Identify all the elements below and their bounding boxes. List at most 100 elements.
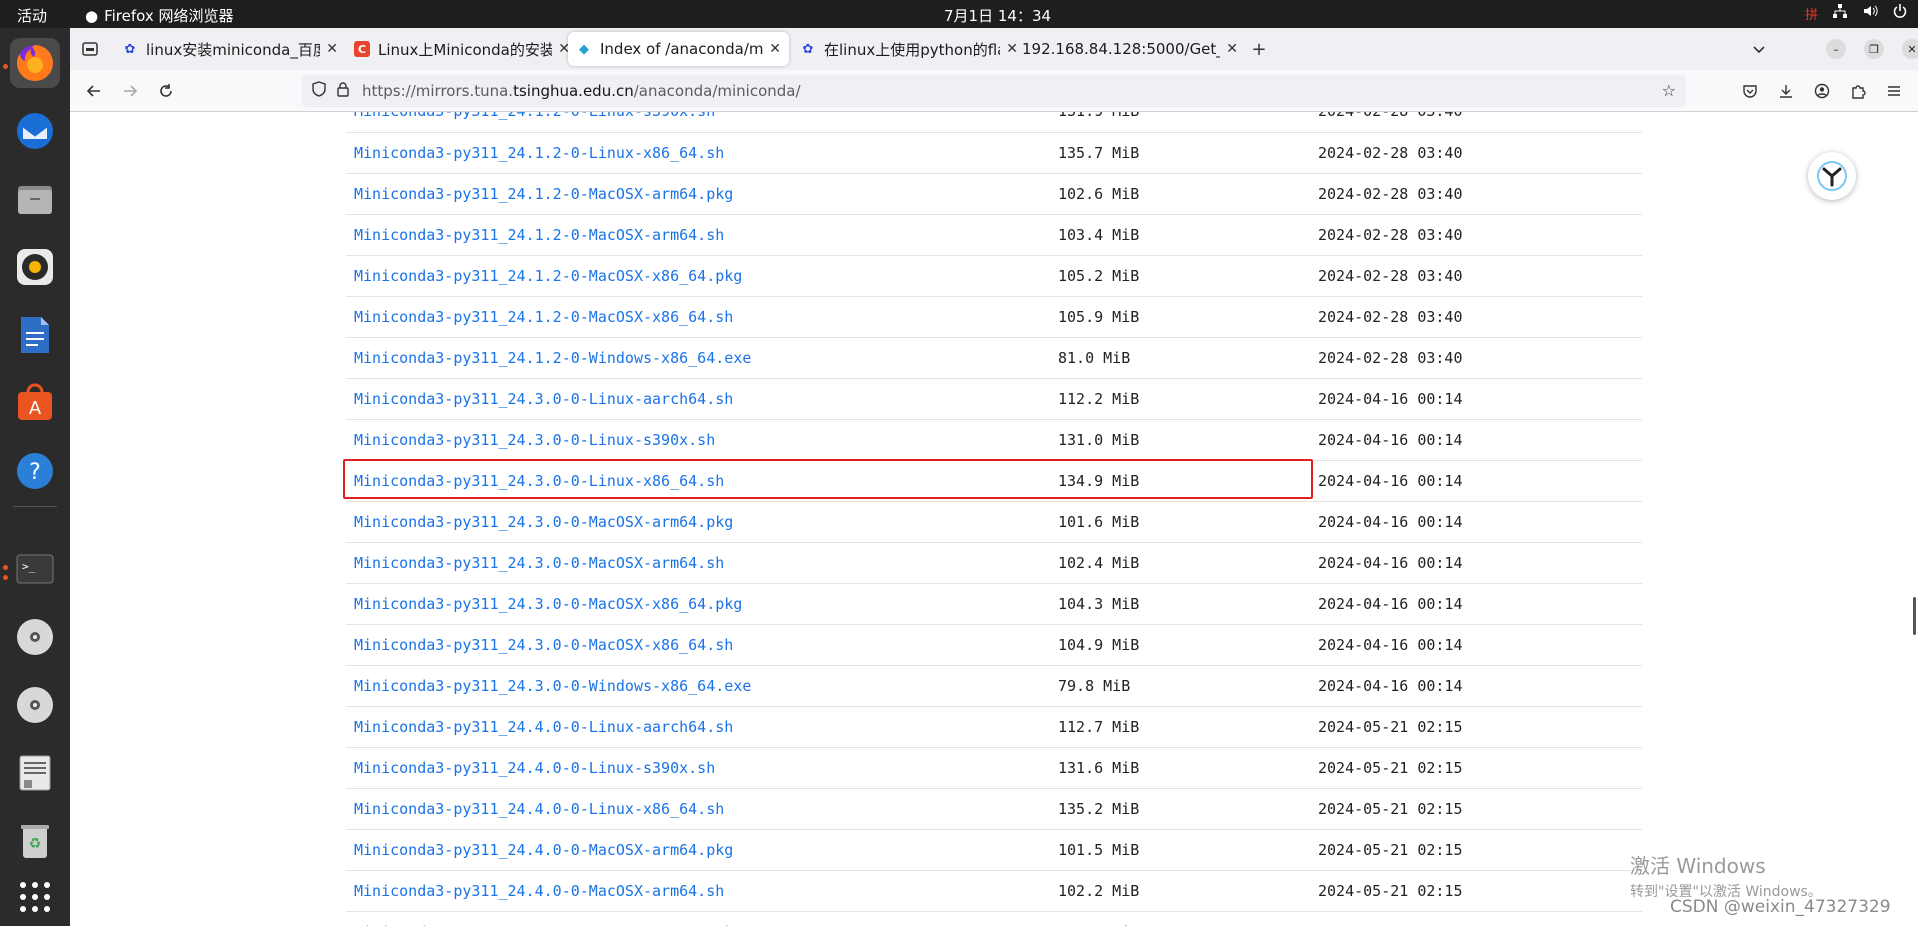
file-date: 2024-02-28 03:40 <box>1318 184 1463 203</box>
file-date: 2024-05-21 02:15 <box>1318 840 1463 859</box>
file-link[interactable]: Miniconda3-py311_24.3.0-0-MacOSX-x86_64.… <box>354 636 733 654</box>
chevron-down-icon <box>1753 46 1765 54</box>
dock-disc-2[interactable] <box>10 680 60 730</box>
power-icon[interactable] <box>1892 3 1908 23</box>
file-name-cell: Miniconda3-py311_24.1.2-0-MacOSX-arm64.s… <box>346 214 1058 255</box>
file-link[interactable]: Miniconda3-py311_24.3.0-0-Windows-x86_64… <box>354 677 751 695</box>
tab-3[interactable]: ✿ 在linux上使用python的fla ✕ <box>792 32 1026 66</box>
baidu-paw-icon: ✿ <box>124 41 136 57</box>
close-window-button[interactable]: ✕ <box>1902 39 1918 59</box>
file-link[interactable]: Miniconda3-py311_24.4.0-0-MacOSX-arm64.s… <box>354 882 724 900</box>
dock-show-apps[interactable] <box>10 872 60 922</box>
watermark-line-1: 激活 Windows <box>1630 854 1766 878</box>
network-icon[interactable] <box>1832 3 1848 23</box>
file-link[interactable]: Miniconda3-py311_24.4.0-0-Linux-s390x.sh <box>354 759 715 777</box>
file-link[interactable]: Miniconda3-py311_24.4.0-0-MacOSX-x86_64.… <box>354 923 742 926</box>
tab-2[interactable]: ◆ Index of /anaconda/minic ✕ <box>568 32 789 66</box>
close-icon[interactable]: ✕ <box>769 41 781 57</box>
floating-extension-button[interactable] <box>1808 152 1856 200</box>
help-icon: ? <box>17 453 53 489</box>
file-link[interactable]: Miniconda3-py311_24.1.2-0-Linux-x86_64.s… <box>354 144 724 162</box>
file-link[interactable]: Miniconda3-py311_24.1.2-0-MacOSX-arm64.p… <box>354 185 733 203</box>
back-button[interactable] <box>82 79 106 103</box>
file-size: 112.7 MiB <box>1058 717 1140 736</box>
firefox-view-button[interactable] <box>77 36 103 62</box>
extensions-button[interactable] <box>1845 78 1871 104</box>
lock-icon[interactable] <box>336 81 354 101</box>
file-link[interactable]: Miniconda3-py311_24.3.0-0-MacOSX-x86_64.… <box>354 595 742 613</box>
app-name-label: Firefox 网络浏览器 <box>104 7 234 25</box>
downloads-button[interactable] <box>1773 78 1799 104</box>
scrollbar-thumb[interactable] <box>1913 597 1916 635</box>
dock-text-editor[interactable] <box>10 748 60 798</box>
dock-terminal[interactable]: >_ <box>10 544 60 594</box>
forward-button[interactable] <box>118 79 142 103</box>
url-text[interactable]: https://mirrors.tuna.tsinghua.edu.cn/ana… <box>362 82 801 100</box>
file-link[interactable]: Miniconda3-py311_24.4.0-0-Linux-x86_64.s… <box>354 800 724 818</box>
table-row: Miniconda3-py311_24.4.0-0-MacOSX-arm64.p… <box>346 829 1642 870</box>
text-editor-icon <box>19 755 51 791</box>
table-row: Miniconda3-py311_24.4.0-0-Linux-s390x.sh… <box>346 747 1642 788</box>
reload-button[interactable] <box>154 79 178 103</box>
file-name-cell: Miniconda3-py311_24.3.0-0-MacOSX-x86_64.… <box>346 624 1058 665</box>
minimize-button[interactable]: – <box>1826 39 1846 59</box>
dock-files[interactable] <box>10 174 60 224</box>
file-link[interactable]: Miniconda3-py311_24.1.2-0-MacOSX-x86_64.… <box>354 308 733 326</box>
file-link[interactable]: Miniconda3-py311_24.1.2-0-MacOSX-arm64.s… <box>354 226 724 244</box>
tab-1[interactable]: C Linux上Miniconda的安装 ✕ <box>346 32 578 66</box>
app-menu[interactable]: ● Firefox 网络浏览器 <box>85 5 234 26</box>
terminal-icon: >_ <box>16 554 54 584</box>
new-tab-button[interactable]: + <box>1246 36 1272 62</box>
dock-thunderbird[interactable] <box>10 106 60 156</box>
volume-icon[interactable] <box>1862 3 1878 23</box>
file-link[interactable]: Miniconda3-py311_24.3.0-0-Linux-x86_64.s… <box>354 472 724 490</box>
firefox-icon <box>17 45 53 81</box>
bookmark-star-icon[interactable]: ☆ <box>1662 81 1676 100</box>
file-date: 2024-04-16 00:14 <box>1318 430 1463 449</box>
url-bar[interactable]: https://mirrors.tuna.tsinghua.edu.cn/ana… <box>302 75 1686 107</box>
file-link[interactable]: Miniconda3-py311_24.3.0-0-MacOSX-arm64.p… <box>354 513 733 531</box>
close-icon[interactable]: ✕ <box>326 41 338 57</box>
list-all-tabs-button[interactable] <box>1746 36 1772 62</box>
file-date: 2024-04-16 00:14 <box>1318 635 1463 654</box>
file-name-cell: Miniconda3-py311_24.4.0-0-Linux-x86_64.s… <box>346 788 1058 829</box>
tab-0[interactable]: ✿ linux安装miniconda_百度 ✕ <box>114 32 346 66</box>
file-link[interactable]: Miniconda3-py311_24.3.0-0-Linux-s390x.sh <box>354 431 715 449</box>
account-icon <box>1814 83 1830 99</box>
file-link[interactable]: Miniconda3-py311_24.4.0-0-MacOSX-arm64.p… <box>354 841 733 859</box>
file-link[interactable]: Miniconda3-py311_24.1.2-0-Windows-x86_64… <box>354 349 751 367</box>
close-icon: ✕ <box>1907 42 1917 56</box>
dock-help[interactable]: ? <box>10 446 60 496</box>
activities-button[interactable]: 活动 <box>17 5 47 26</box>
file-size: 112.2 MiB <box>1058 389 1140 408</box>
svg-text:♻: ♻ <box>29 836 42 852</box>
dock-rhythmbox[interactable] <box>10 242 60 292</box>
pocket-button[interactable] <box>1737 78 1763 104</box>
input-method-icon[interactable]: 拼 <box>1805 4 1818 23</box>
dock-trash[interactable]: ♻ <box>10 816 60 866</box>
clock[interactable]: 7月1日 14：34 <box>944 5 1051 26</box>
dock-disc-1[interactable] <box>10 612 60 662</box>
account-button[interactable] <box>1809 78 1835 104</box>
file-link[interactable]: Miniconda3-py311_24.3.0-0-Linux-aarch64.… <box>354 390 733 408</box>
dock-writer[interactable] <box>10 310 60 360</box>
close-icon[interactable]: ✕ <box>1226 41 1238 57</box>
tab-4[interactable]: 192.168.84.128:5000/Get_Er ✕ <box>1014 32 1246 66</box>
menu-button[interactable] <box>1881 78 1907 104</box>
table-row: Miniconda3-py311_24.1.2-0-Linux-s390x.sh… <box>346 112 1642 132</box>
file-size: 104.3 MiB <box>1058 594 1140 613</box>
tracking-protection-shield-icon[interactable] <box>312 81 330 101</box>
dock-app-center[interactable]: A <box>10 378 60 428</box>
puzzle-icon <box>1852 85 1866 99</box>
file-link[interactable]: Miniconda3-py311_24.1.2-0-Linux-s390x.sh <box>354 112 715 120</box>
file-link[interactable]: Miniconda3-py311_24.3.0-0-MacOSX-arm64.s… <box>354 554 724 572</box>
system-tray[interactable]: 拼 <box>1805 3 1908 23</box>
file-link[interactable]: Miniconda3-py311_24.1.2-0-MacOSX-x86_64.… <box>354 267 742 285</box>
csdn-c-icon: C <box>354 41 370 57</box>
minimize-icon: – <box>1833 42 1839 56</box>
file-listing-table: Miniconda3-py311_24.1.2-0-Linux-s390x.sh… <box>346 112 1642 926</box>
maximize-button[interactable]: ❐ <box>1864 39 1884 59</box>
file-link[interactable]: Miniconda3-py311_24.4.0-0-Linux-aarch64.… <box>354 718 733 736</box>
file-size: 104.9 MiB <box>1058 635 1140 654</box>
dock-firefox[interactable] <box>10 38 60 88</box>
